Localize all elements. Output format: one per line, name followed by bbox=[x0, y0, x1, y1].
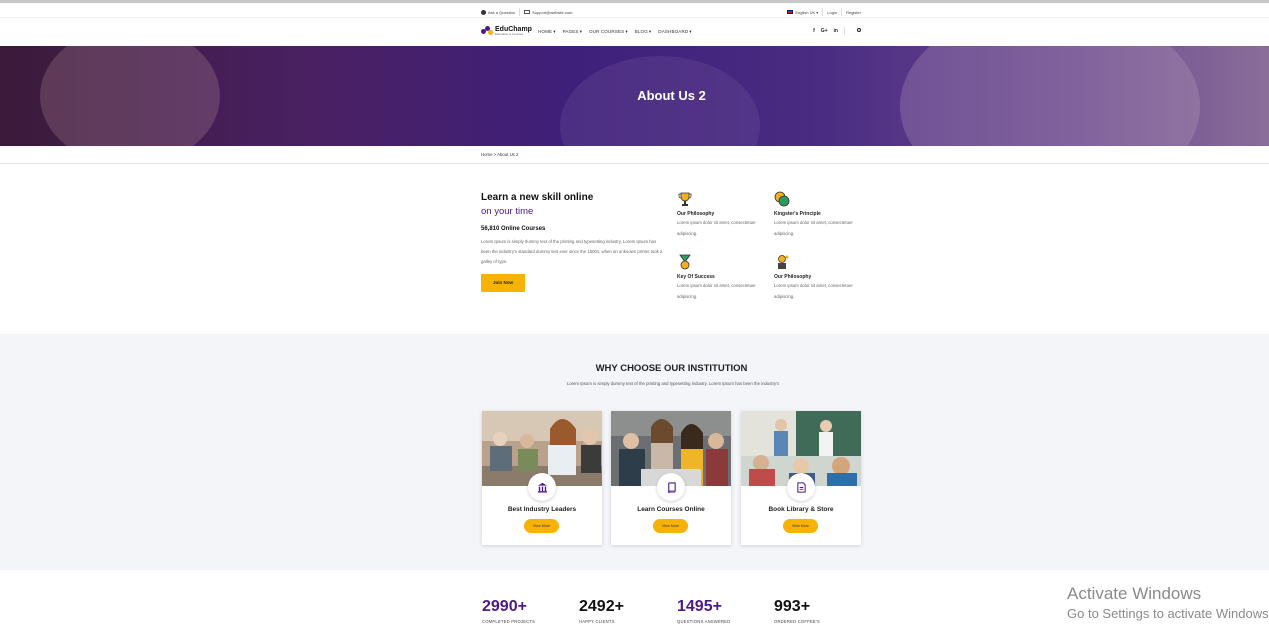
stat-happy-clients: 2492+ HAPPY CLIENTS bbox=[579, 598, 624, 624]
chevron-down-icon: ▾ bbox=[625, 29, 628, 34]
breadcrumb: Home > About Us 2 bbox=[0, 146, 1269, 164]
medal-icon bbox=[677, 254, 693, 270]
about-heading: Learn a new skill online bbox=[481, 192, 594, 203]
stat-completed-projects: 2990+ COMPLETED PROJECTS bbox=[482, 598, 535, 624]
logo-icon bbox=[481, 26, 493, 36]
logo[interactable]: EduChamp Education & Courses bbox=[481, 26, 532, 36]
support-email-link[interactable]: Support@website.com bbox=[532, 10, 572, 15]
search-icon[interactable] bbox=[851, 28, 861, 34]
breadcrumb-separator: > bbox=[493, 152, 497, 157]
feature-our-philosophy: Our Philosophy Lorem ipsum dolor sit ame… bbox=[677, 191, 757, 239]
divider bbox=[822, 8, 824, 16]
nav-home[interactable]: HOME▾ bbox=[538, 29, 556, 35]
view-more-button[interactable]: View More bbox=[524, 519, 559, 533]
watermark-title: Activate Windows bbox=[1067, 584, 1202, 603]
stat-ordered-coffees: 993+ ORDERED COFFEE'S bbox=[774, 598, 820, 624]
facebook-icon[interactable]: f bbox=[813, 28, 815, 34]
stat-value: 1495+ bbox=[677, 598, 722, 615]
chevron-down-icon: ▾ bbox=[579, 29, 582, 34]
top-bar: Ask a Question Support@website.com Engli… bbox=[0, 3, 1269, 18]
ask-question-link[interactable]: Ask a Question bbox=[488, 10, 515, 15]
question-icon bbox=[481, 9, 486, 15]
feature-title: Kingster's Principle bbox=[774, 211, 821, 217]
about-text: Lorem Ipsum is simply dummy text of the … bbox=[481, 239, 663, 264]
card-best-industry-leaders: Best Industry Leaders View More bbox=[482, 411, 602, 545]
language-select[interactable]: English UK bbox=[795, 10, 815, 15]
card-title: Best Industry Leaders bbox=[507, 506, 577, 513]
trophy-icon bbox=[677, 191, 693, 207]
feature-kingsters-principle: Kingster's Principle Lorem ipsum dolor s… bbox=[774, 191, 854, 239]
nav-blog[interactable]: BLOG▾ bbox=[635, 29, 652, 35]
watermark-subtitle: Go to Settings to activate Windows. bbox=[1067, 606, 1269, 621]
nav-dashboard[interactable]: DASHBOARD▾ bbox=[658, 29, 691, 35]
login-link[interactable]: Login bbox=[827, 10, 837, 15]
view-more-button[interactable]: View More bbox=[783, 519, 818, 533]
feature-our-philosophy-2: Our Philosophy Lorem ipsum dolor sit ame… bbox=[774, 254, 854, 302]
view-more-button[interactable]: View More bbox=[653, 519, 688, 533]
chevron-down-icon: ▾ bbox=[689, 29, 692, 34]
feature-title: Key Of Success bbox=[677, 274, 715, 280]
card-learn-courses-online: Learn Courses Online View More bbox=[611, 411, 731, 545]
feature-desc: Lorem ipsum dolor sit amet, consectetuer… bbox=[774, 283, 853, 299]
feature-key-of-success: Key Of Success Lorem ipsum dolor sit ame… bbox=[677, 254, 757, 302]
google-plus-icon[interactable]: G+ bbox=[821, 28, 828, 34]
feature-title: Our Philosophy bbox=[774, 274, 812, 280]
page-banner: About Us 2 bbox=[0, 46, 1269, 146]
feature-desc: Lorem ipsum dolor sit amet, consectetuer… bbox=[774, 220, 853, 236]
institution-icon bbox=[528, 473, 556, 501]
courses-count: 56,810 Online Courses bbox=[481, 226, 546, 232]
stat-questions-answered: 1495+ QUESTIONS ANSWERED bbox=[677, 598, 730, 624]
main-nav: EduChamp Education & Courses HOME▾ PAGES… bbox=[0, 19, 1269, 46]
nav-menu: HOME▾ PAGES▾ OUR COURSES▾ BLOG▾ DASHBOAR… bbox=[538, 29, 699, 35]
divider bbox=[841, 8, 843, 16]
divider bbox=[519, 8, 521, 16]
logo-tagline: Education & Courses bbox=[495, 32, 524, 36]
linkedin-icon[interactable]: in bbox=[834, 28, 838, 34]
feature-desc: Lorem ipsum dolor sit amet, consectetuer… bbox=[677, 220, 756, 236]
breadcrumb-home[interactable]: Home bbox=[481, 152, 492, 157]
feature-title: Our Philosophy bbox=[677, 211, 715, 217]
stat-label: HAPPY CLIENTS bbox=[579, 619, 615, 624]
stat-label: COMPLETED PROJECTS bbox=[482, 619, 536, 624]
chevron-down-icon: ▾ bbox=[553, 29, 556, 34]
uk-flag-icon bbox=[787, 10, 794, 14]
why-choose-section: WHY CHOOSE OUR INSTITUTION Lorem Ipsum i… bbox=[0, 334, 1269, 570]
about-subheading: on your time bbox=[481, 206, 534, 217]
stat-label: ORDERED COFFEE'S bbox=[774, 619, 820, 624]
stat-value: 2990+ bbox=[482, 598, 527, 615]
register-link[interactable]: Register bbox=[846, 10, 861, 15]
windows-activation-watermark: Activate Windows Go to Settings to activ… bbox=[1067, 584, 1269, 621]
stat-label: QUESTIONS ANSWERED bbox=[677, 619, 731, 624]
stat-value: 993+ bbox=[774, 598, 811, 615]
card-book-library-store: Book Library & Store View More bbox=[741, 411, 861, 545]
about-section: Learn a new skill online on your time 56… bbox=[0, 164, 1269, 334]
divider bbox=[844, 27, 845, 35]
document-icon bbox=[787, 473, 815, 501]
chevron-down-icon: ▾ bbox=[815, 9, 819, 15]
card-title: Book Library & Store bbox=[768, 506, 834, 513]
social-links: f G+ in bbox=[807, 27, 861, 35]
nav-pages[interactable]: PAGES▾ bbox=[563, 29, 582, 35]
mail-icon bbox=[524, 10, 531, 14]
chat-bubbles-icon bbox=[774, 191, 790, 207]
breadcrumb-current: About Us 2 bbox=[497, 152, 519, 157]
stat-value: 2492+ bbox=[579, 598, 624, 615]
nav-our-courses[interactable]: OUR COURSES▾ bbox=[589, 29, 628, 35]
page-title: About Us 2 bbox=[637, 88, 706, 103]
feature-desc: Lorem ipsum dolor sit amet, consectetuer… bbox=[677, 283, 756, 299]
thinker-icon bbox=[774, 254, 790, 270]
section-subtitle: Lorem Ipsum is simply dummy text of the … bbox=[566, 381, 780, 386]
book-icon bbox=[657, 473, 685, 501]
card-title: Learn Courses Online bbox=[637, 506, 705, 513]
join-now-button[interactable]: Join Now bbox=[481, 274, 525, 292]
chevron-down-icon: ▾ bbox=[648, 29, 652, 34]
section-title: WHY CHOOSE OUR INSTITUTION bbox=[595, 363, 748, 374]
